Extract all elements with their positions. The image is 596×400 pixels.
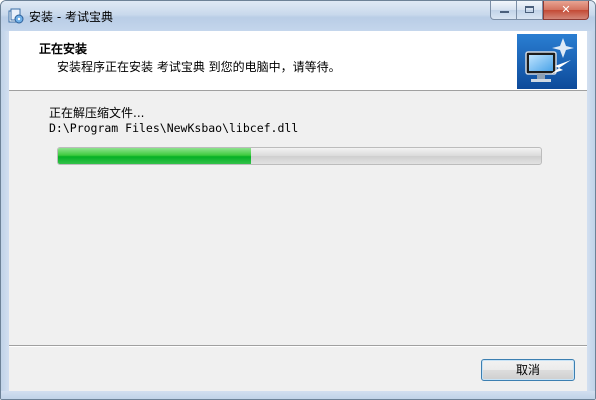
header-panel: 正在安装 安装程序正在安装 考试宝典 到您的电脑中，请等待。 bbox=[9, 31, 587, 91]
maximize-icon bbox=[525, 6, 534, 13]
page-title: 正在安装 bbox=[39, 42, 88, 56]
page-subtitle: 安装程序正在安装 考试宝典 到您的电脑中，请等待。 bbox=[57, 60, 341, 74]
extract-status-text: 正在解压缩文件... bbox=[49, 106, 145, 120]
installer-icon bbox=[8, 8, 24, 24]
close-button[interactable]: ✕ bbox=[543, 1, 589, 20]
minimize-icon bbox=[500, 11, 509, 13]
minimize-button[interactable] bbox=[490, 1, 517, 20]
window-frame-bottom bbox=[1, 391, 595, 399]
installer-window: 安装 - 考试宝典 ✕ 正在安装 安装程序正在安装 考试宝典 到您的电脑中，请等… bbox=[0, 0, 596, 400]
maximize-button[interactable] bbox=[517, 1, 543, 20]
progress-fill bbox=[58, 148, 252, 164]
current-file-path: D:\Program Files\NewKsbao\libcef.dll bbox=[49, 121, 299, 135]
close-icon: ✕ bbox=[561, 3, 571, 16]
install-progress-bar bbox=[57, 147, 542, 165]
cancel-button[interactable]: 取消 bbox=[481, 359, 575, 381]
window-frame-left bbox=[1, 31, 9, 399]
window-title: 安装 - 考试宝典 bbox=[29, 10, 113, 24]
caption-buttons: ✕ bbox=[490, 1, 589, 21]
computer-install-icon bbox=[517, 34, 577, 89]
window-frame-right bbox=[587, 31, 595, 399]
title-bar[interactable]: 安装 - 考试宝典 ✕ bbox=[1, 1, 595, 31]
footer-divider bbox=[9, 345, 587, 347]
